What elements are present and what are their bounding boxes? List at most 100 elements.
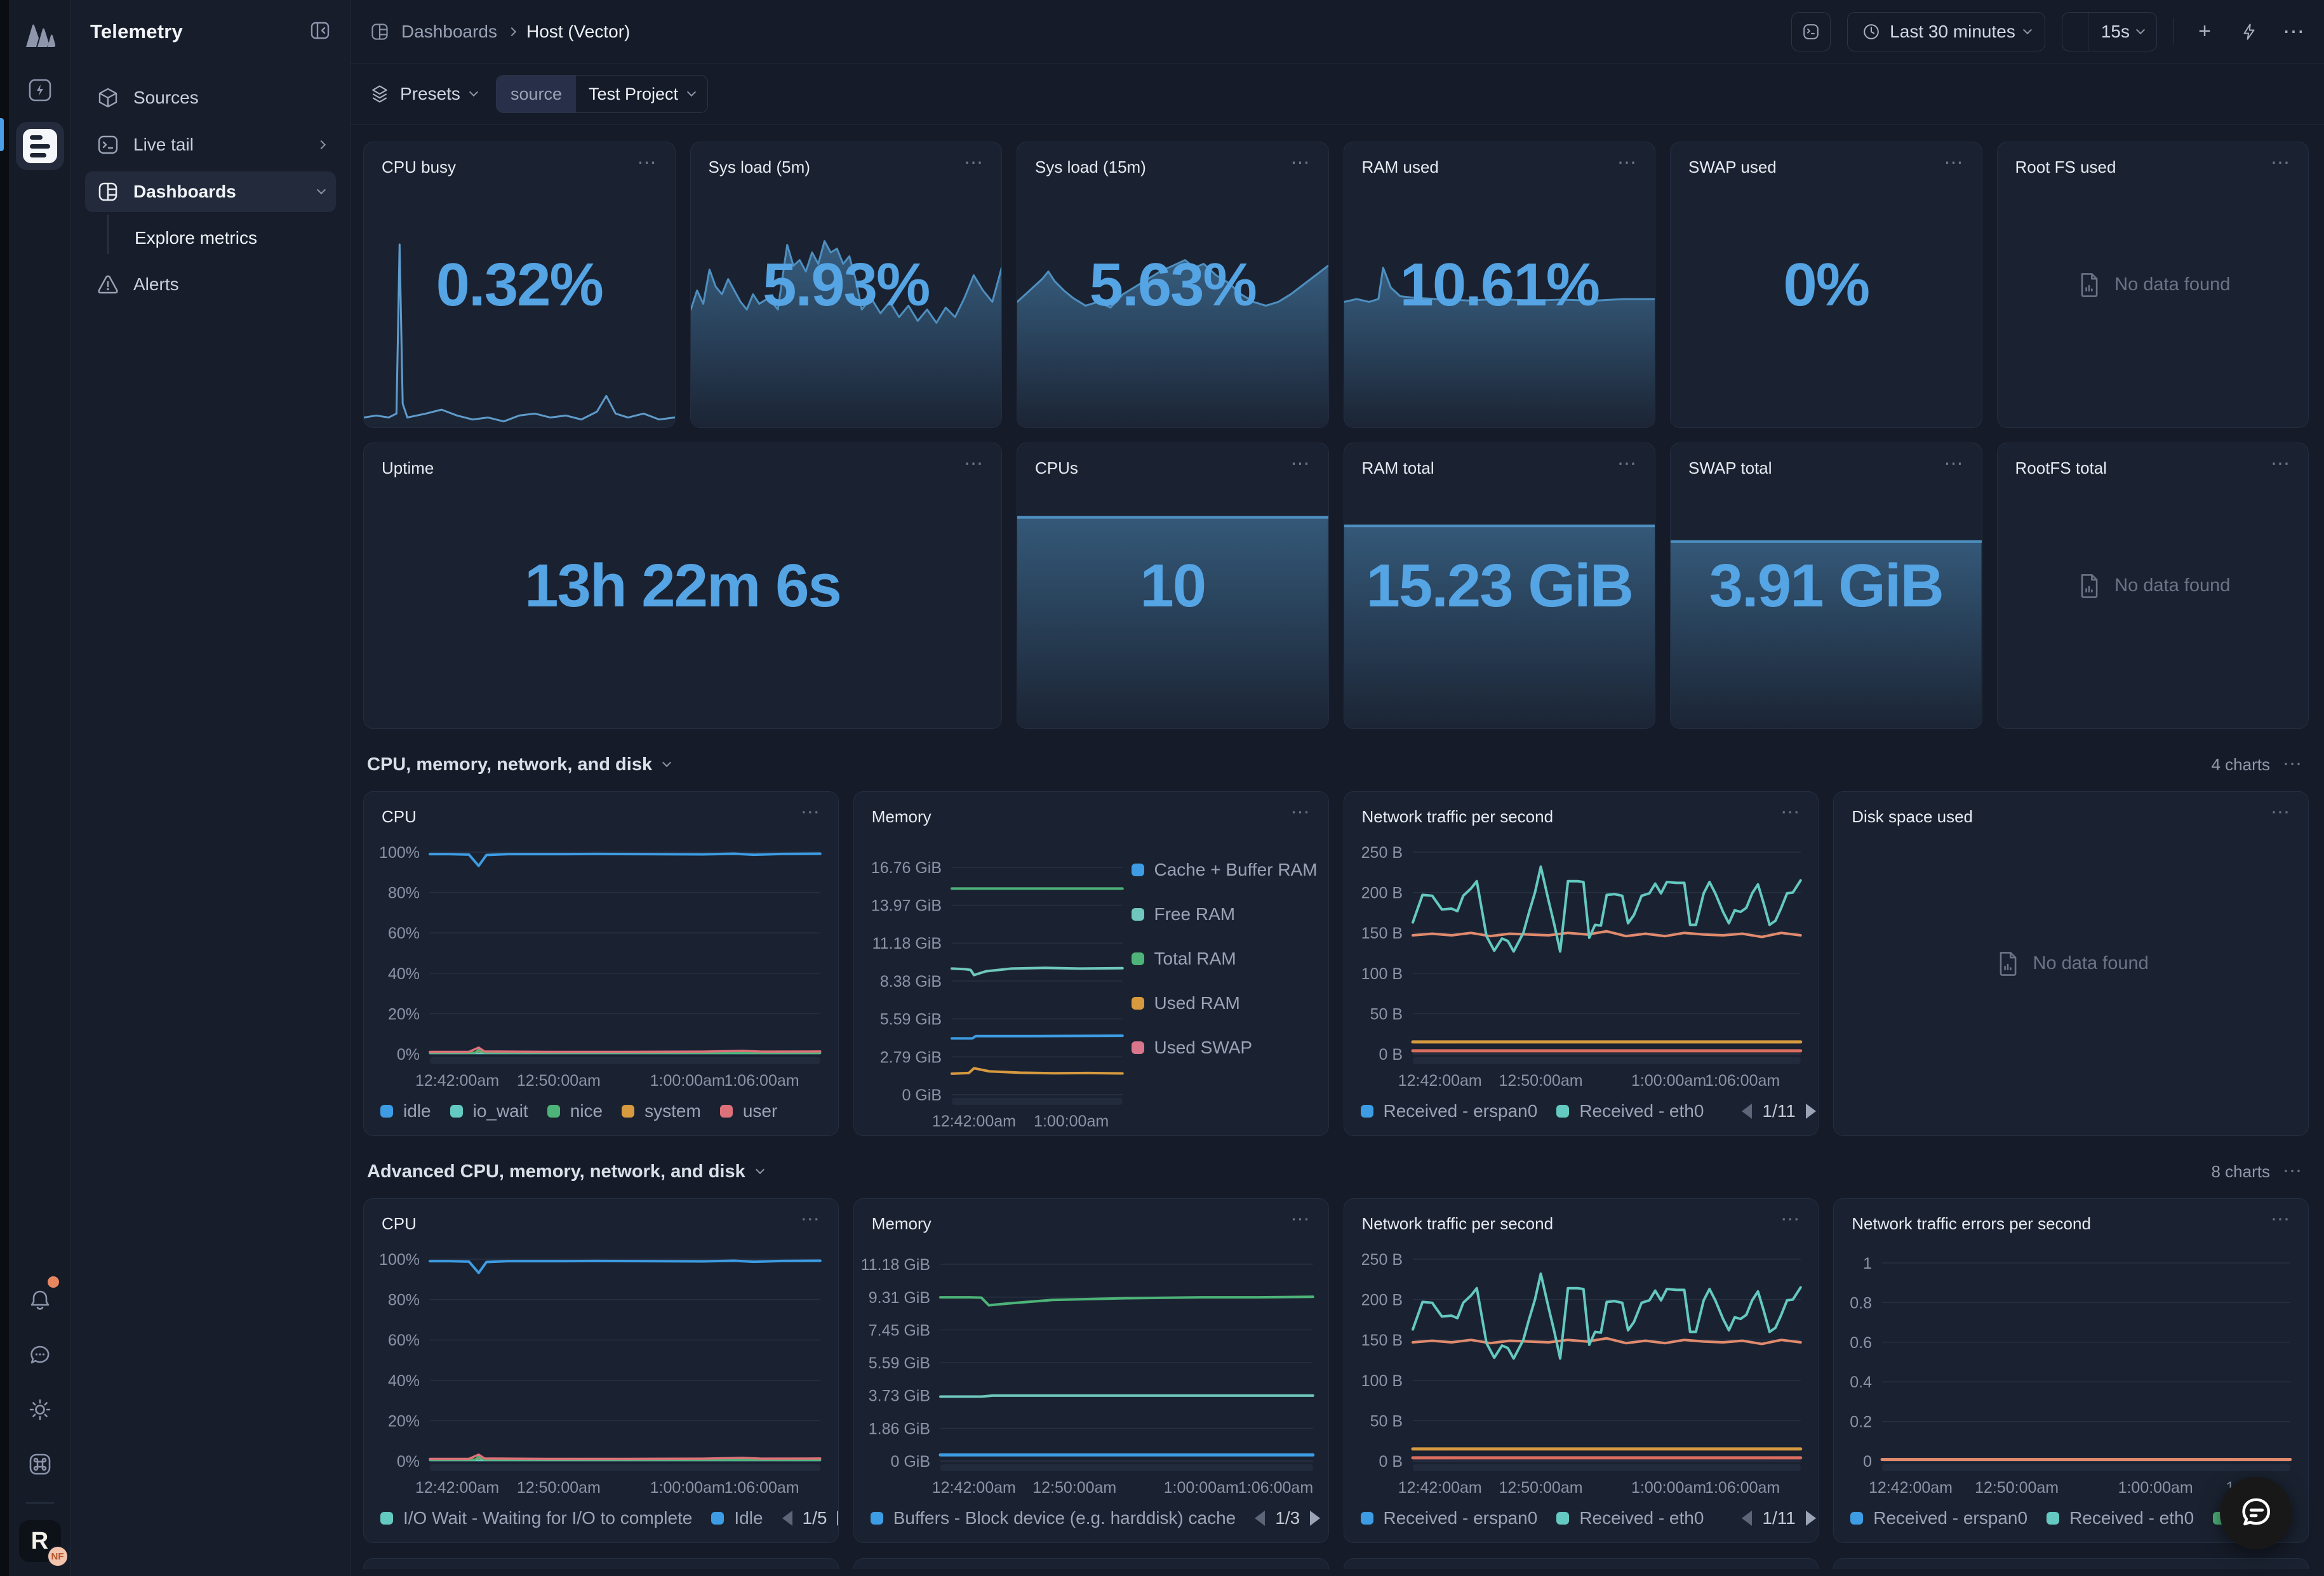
presets-dropdown[interactable]: Presets: [370, 84, 477, 104]
sidebar-collapse-icon[interactable]: [309, 20, 331, 44]
chart-legend: idle io_wait nice system user: [364, 1095, 838, 1135]
card-menu-button[interactable]: ⋯: [801, 807, 822, 818]
card-menu-button[interactable]: ⋯: [1944, 458, 1965, 470]
add-chart-button[interactable]: +: [2191, 18, 2219, 46]
workspace-avatar[interactable]: R NF: [19, 1520, 61, 1562]
chart-card-cpu-advanced: CPU⋯ 0%20%40%60%80%100%12:42:00am12:50:0…: [363, 1198, 839, 1543]
support-chat-fab[interactable]: [2220, 1477, 2292, 1549]
legend-item[interactable]: Received - erspan0: [1361, 1101, 1538, 1121]
sidebar-item-explore-metrics[interactable]: Explore metrics: [85, 218, 336, 258]
card-menu-button[interactable]: ⋯: [1291, 1214, 1312, 1225]
legend-item[interactable]: nice: [547, 1101, 603, 1121]
line-chart[interactable]: 0 B50 B100 B150 B200 B250 B12:42:00am12:…: [1347, 1238, 1812, 1502]
breadcrumb-current: Host (Vector): [526, 22, 630, 42]
sidebar-item-live-tail[interactable]: Live tail: [85, 124, 336, 165]
section-menu-button[interactable]: ⋯: [2283, 759, 2304, 770]
card-menu-button[interactable]: ⋯: [964, 458, 985, 470]
pager-next-icon[interactable]: [1806, 1511, 1816, 1526]
card-menu-button[interactable]: ⋯: [1291, 458, 1312, 470]
pager-prev-icon[interactable]: [782, 1511, 792, 1526]
card-menu-button[interactable]: ⋯: [964, 157, 985, 169]
pager-prev-icon[interactable]: [1742, 1104, 1752, 1119]
sidebar-item-dashboards[interactable]: Dashboards: [85, 171, 336, 212]
card-menu-button[interactable]: ⋯: [2271, 807, 2292, 818]
stat-card-cpu-busy: CPU busy⋯ 0.32%: [363, 142, 676, 428]
shortcuts-command-icon[interactable]: [20, 1444, 60, 1485]
legend-item[interactable]: io_wait: [450, 1101, 528, 1121]
legend-item[interactable]: idle: [380, 1101, 431, 1121]
events-lightning-button[interactable]: [2235, 18, 2263, 46]
sidebar-item-sources[interactable]: Sources: [85, 77, 336, 118]
brand-logo-icon[interactable]: [23, 15, 57, 56]
legend-item[interactable]: Buffers - Block device (e.g. harddisk) c…: [871, 1508, 1236, 1528]
svg-text:100 B: 100 B: [1361, 965, 1402, 983]
legend-item[interactable]: Free RAM: [1132, 904, 1322, 925]
card-menu-button[interactable]: ⋯: [1291, 157, 1312, 169]
section-chart-count: 8 charts: [2212, 1162, 2271, 1182]
card-menu-button[interactable]: ⋯: [801, 1214, 822, 1225]
pager-prev-icon[interactable]: [1255, 1511, 1265, 1526]
legend-item[interactable]: Idle: [711, 1508, 763, 1528]
card-menu-button[interactable]: ⋯: [2271, 1214, 2292, 1225]
svg-text:8.38 GiB: 8.38 GiB: [879, 973, 941, 991]
legend-item[interactable]: user: [720, 1101, 777, 1121]
card-menu-button[interactable]: ⋯: [1780, 1214, 1801, 1225]
chevron-down-icon[interactable]: [662, 758, 671, 767]
sidebar-item-alerts[interactable]: Alerts: [85, 264, 336, 305]
card-menu-button[interactable]: ⋯: [2271, 157, 2292, 169]
section-menu-button[interactable]: ⋯: [2283, 1166, 2304, 1177]
breadcrumb-root[interactable]: Dashboards: [401, 22, 497, 42]
line-chart[interactable]: 00.20.40.60.8112:42:00am12:50:00am1:00:0…: [1836, 1238, 2302, 1502]
card-menu-button[interactable]: ⋯: [1780, 807, 1801, 818]
source-filter[interactable]: source Test Project: [496, 75, 708, 113]
legend-item[interactable]: Cache + Buffer RAM: [1132, 860, 1322, 880]
chart-legend: Received - erspan0 Received - eth0 Re 1/…: [1344, 1095, 1819, 1135]
legend-item[interactable]: Used SWAP: [1132, 1038, 1322, 1058]
legend-item[interactable]: Received - eth0: [1556, 1508, 1704, 1528]
more-options-button[interactable]: ⋯: [2280, 18, 2307, 46]
theme-toggle-icon[interactable]: [20, 1389, 60, 1430]
quickstart-icon[interactable]: [20, 70, 60, 110]
console-toggle-button[interactable]: [1791, 12, 1831, 51]
card-title: Network traffic per second: [1362, 1214, 1554, 1234]
time-range-button[interactable]: Last 30 minutes: [1847, 12, 2045, 51]
svg-text:1.86 GiB: 1.86 GiB: [868, 1420, 930, 1438]
legend-item[interactable]: system: [622, 1101, 701, 1121]
pager-next-icon[interactable]: [837, 1511, 838, 1526]
tree-line: [107, 215, 109, 254]
line-chart[interactable]: 0 B50 B100 B150 B200 B250 B12:42:00am12:…: [1347, 831, 1812, 1095]
legend-item[interactable]: Received - eth0: [1556, 1101, 1704, 1121]
card-menu-button[interactable]: ⋯: [1944, 157, 1965, 169]
svg-text:0 B: 0 B: [1379, 1453, 1403, 1471]
legend-item[interactable]: Received - eth0: [2047, 1508, 2194, 1528]
section-title[interactable]: CPU, memory, network, and disk: [367, 754, 652, 775]
refresh-interval-button[interactable]: 15s: [2088, 13, 2156, 51]
legend-item[interactable]: Used RAM: [1132, 993, 1322, 1013]
notifications-bell-icon[interactable]: [20, 1280, 60, 1321]
section-title[interactable]: Advanced CPU, memory, network, and disk: [367, 1161, 745, 1182]
card-title: CPU busy: [382, 157, 456, 177]
refresh-now-button[interactable]: [2062, 13, 2088, 51]
line-chart[interactable]: 0%20%40%60%80%100%12:42:00am12:50:00am1:…: [366, 1238, 832, 1502]
legend-item[interactable]: I/O Wait - Waiting for I/O to complete: [380, 1508, 692, 1528]
console-icon: [1801, 22, 1820, 41]
line-chart[interactable]: 0 GiB1.86 GiB3.73 GiB5.59 GiB7.45 GiB9.3…: [857, 1238, 1322, 1502]
legend-item[interactable]: Total RAM: [1132, 949, 1322, 969]
pager-next-icon[interactable]: [1310, 1511, 1320, 1526]
chevron-down-icon[interactable]: [756, 1165, 765, 1174]
legend-item[interactable]: Received - erspan0: [1850, 1508, 2027, 1528]
feedback-chat-icon[interactable]: [20, 1335, 60, 1375]
main-area: Dashboards Host (Vector) Last 30 minutes: [351, 0, 2324, 1576]
card-menu-button[interactable]: ⋯: [1617, 458, 1638, 470]
line-chart[interactable]: 0 GiB2.79 GiB5.59 GiB8.38 GiB11.18 GiB13…: [857, 831, 1132, 1135]
card-menu-button[interactable]: ⋯: [1291, 807, 1312, 818]
card-menu-button[interactable]: ⋯: [1617, 157, 1638, 169]
svg-text:100%: 100%: [379, 1251, 420, 1269]
line-chart[interactable]: 0%20%40%60%80%100%12:42:00am12:50:00am1:…: [366, 831, 832, 1095]
legend-item[interactable]: Received - erspan0: [1361, 1508, 1538, 1528]
card-menu-button[interactable]: ⋯: [638, 157, 658, 169]
pager-next-icon[interactable]: [1806, 1104, 1816, 1119]
telemetry-app-tile[interactable]: [16, 122, 64, 170]
pager-prev-icon[interactable]: [1742, 1511, 1752, 1526]
card-menu-button[interactable]: ⋯: [2271, 458, 2292, 470]
